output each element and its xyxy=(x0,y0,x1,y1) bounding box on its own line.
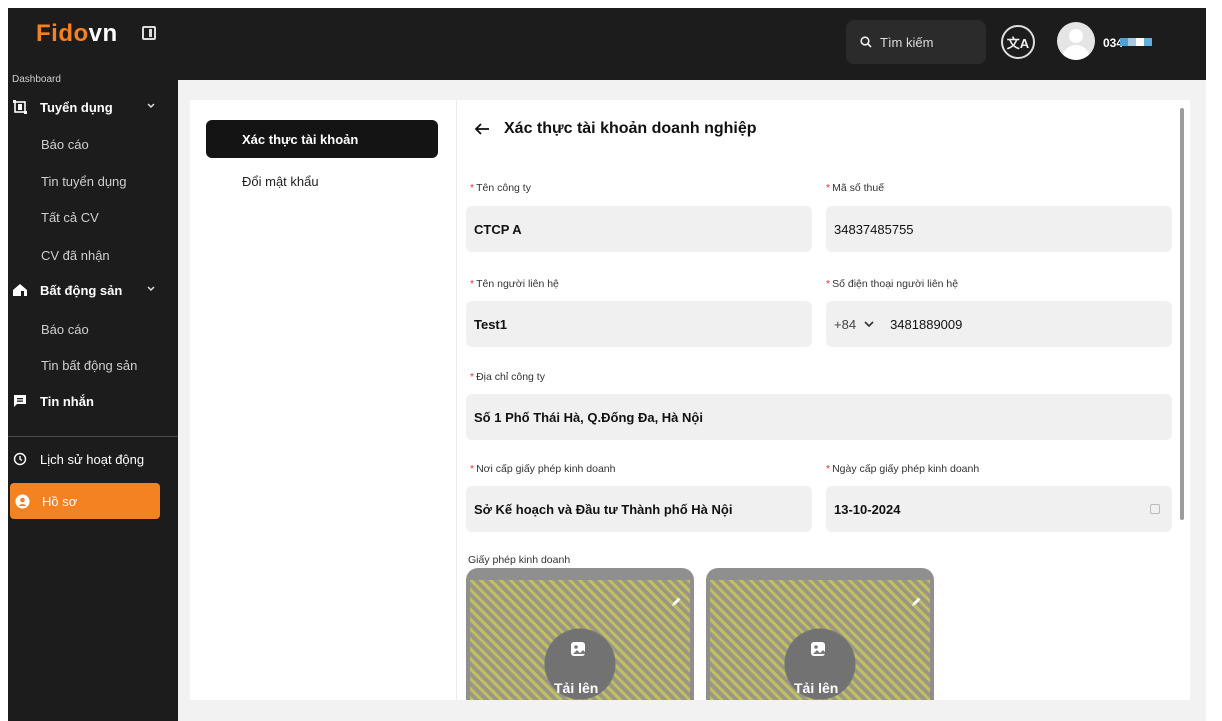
search-input[interactable]: Tìm kiếm xyxy=(846,20,986,64)
page-title-text: Xác thực tài khoản doanh nghiệp xyxy=(504,120,757,137)
license-issuer-value: Sở Kế hoạch và Đầu tư Thành phố Hà Nội xyxy=(474,501,733,517)
brand-name-main: Fido xyxy=(36,20,89,47)
app-window: Fidovn Tìm kiếm 文A 034 Dashboard Tuyển d… xyxy=(8,8,1206,721)
sidebar-group-recruitment[interactable]: Tuyển dụng xyxy=(8,92,178,122)
sidebar-item-real-estate-report[interactable]: Báo cáo xyxy=(8,314,178,344)
license-issuer-label: * Nơi cấp giấy phép kinh doanh xyxy=(470,463,616,475)
sidebar-item-recruitment-report[interactable]: Báo cáo xyxy=(8,129,178,159)
sidebar-toggle-icon[interactable] xyxy=(142,26,156,40)
search-icon xyxy=(860,36,872,48)
company-name-field[interactable]: CTCP A xyxy=(466,206,812,252)
sidebar: Dashboard Tuyển dụng Báo cáo Tin tuyển d… xyxy=(8,74,178,721)
sidebar-item-label: Tất cả CV xyxy=(41,209,99,225)
main-content: Xác thực tài khoản Đổi mật khẩu Xác thực… xyxy=(178,80,1206,721)
license-images-label: Giấy phép kinh doanh xyxy=(468,554,571,566)
image-upload-icon xyxy=(571,642,585,656)
sidebar-group-label: Tuyển dụng xyxy=(40,99,113,115)
license-date-value: 13-10-2024 xyxy=(834,501,901,517)
profile-menu: Xác thực tài khoản Đổi mật khẩu xyxy=(190,100,457,700)
scrollbar[interactable] xyxy=(1180,108,1184,520)
back-arrow-icon[interactable] xyxy=(474,122,490,136)
chevron-down-icon xyxy=(147,103,155,109)
sidebar-item-label: Lịch sử hoạt động xyxy=(40,451,145,467)
profile-panel: Xác thực tài khoản Đổi mật khẩu Xác thực… xyxy=(190,100,1190,700)
company-name-label: * Tên công ty xyxy=(470,182,531,194)
sidebar-item-messages[interactable]: Tin nhắn xyxy=(8,386,178,416)
sidebar-item-job-posts[interactable]: Tin tuyển dụng xyxy=(8,166,178,196)
tab-change-password[interactable]: Đổi mật khẩu xyxy=(206,162,438,200)
user-id-masked xyxy=(1120,38,1152,46)
calendar-icon[interactable] xyxy=(1150,504,1160,514)
tab-label: Đổi mật khẩu xyxy=(242,173,319,189)
dashboard-label: Dashboard xyxy=(12,74,61,85)
country-code-value: +84 xyxy=(834,316,857,332)
tab-verify-account[interactable]: Xác thực tài khoản xyxy=(206,120,438,158)
history-icon xyxy=(12,451,28,467)
sidebar-divider xyxy=(8,436,178,437)
contact-name-field[interactable]: Test1 xyxy=(466,301,812,347)
license-date-label: * Ngày cấp giấy phép kinh doanh xyxy=(826,463,980,475)
recruitment-icon xyxy=(12,99,28,115)
sidebar-group-real-estate[interactable]: Bất động sản xyxy=(8,275,178,305)
brand-logo[interactable]: Fidovn xyxy=(36,20,118,48)
avatar[interactable] xyxy=(1057,22,1095,60)
contact-phone-label: * Số điện thoại người liên hệ xyxy=(826,278,959,290)
edit-icon[interactable] xyxy=(910,596,922,608)
sidebar-item-label: Tin tuyển dụng xyxy=(41,173,127,189)
sidebar-item-label: Hồ sơ xyxy=(42,493,78,509)
verification-form: Xác thực tài khoản doanh nghiệp * Tên côn… xyxy=(456,100,1190,700)
user-icon xyxy=(14,493,30,509)
sidebar-item-label: Báo cáo xyxy=(41,321,89,337)
top-bar: Fidovn Tìm kiếm 文A 034 xyxy=(8,8,1206,80)
sidebar-item-label: Tin nhắn xyxy=(40,393,94,409)
brand-name-suffix: vn xyxy=(88,20,118,47)
sidebar-item-label: Tin bất động sản xyxy=(41,357,138,373)
license-date-field[interactable]: 13-10-2024 xyxy=(826,486,1172,532)
sidebar-item-activity-history[interactable]: Lịch sử hoạt động xyxy=(8,444,178,474)
country-code-select[interactable]: +84 xyxy=(834,317,874,332)
page-title: Xác thực tài khoản doanh nghiệp xyxy=(474,120,757,138)
contact-name-value: Test1 xyxy=(474,316,507,332)
upload-label: Tải lên xyxy=(554,680,599,696)
sidebar-item-label: CV đã nhận xyxy=(41,247,110,263)
address-label: * Địa chỉ công ty xyxy=(470,371,545,383)
translate-icon[interactable]: 文A xyxy=(1001,25,1035,59)
search-placeholder: Tìm kiếm xyxy=(880,34,934,50)
sidebar-item-received-cv[interactable]: CV đã nhận xyxy=(8,240,178,270)
address-field[interactable]: Số 1 Phố Thái Hà, Q.Đống Đa, Hà Nội xyxy=(466,394,1172,440)
license-image-upload-2[interactable]: Tải lên xyxy=(706,568,934,700)
real-estate-icon xyxy=(12,282,28,298)
contact-phone-value: 3481889009 xyxy=(890,316,963,332)
tab-label: Xác thực tài khoản xyxy=(242,131,359,147)
edit-icon[interactable] xyxy=(670,596,682,608)
sidebar-item-real-estate-posts[interactable]: Tin bất động sản xyxy=(8,350,178,380)
sidebar-item-all-cv[interactable]: Tất cả CV xyxy=(8,202,178,232)
tax-code-label: * Mã số thuế xyxy=(826,182,885,194)
license-issuer-field[interactable]: Sở Kế hoạch và Đầu tư Thành phố Hà Nội xyxy=(466,486,812,532)
message-icon xyxy=(12,393,28,409)
tax-code-value: 34837485755 xyxy=(834,221,914,237)
address-value: Số 1 Phố Thái Hà, Q.Đống Đa, Hà Nội xyxy=(474,409,703,425)
contact-phone-field[interactable]: +84 3481889009 xyxy=(826,301,1172,347)
sidebar-item-label: Báo cáo xyxy=(41,136,89,152)
tax-code-field[interactable]: 34837485755 xyxy=(826,206,1172,252)
sidebar-item-profile[interactable]: Hồ sơ xyxy=(10,483,160,519)
chevron-down-icon xyxy=(147,286,155,292)
license-image-upload-1[interactable]: Tải lên xyxy=(466,568,694,700)
upload-label: Tải lên xyxy=(794,680,839,696)
sidebar-group-label: Bất động sản xyxy=(40,282,123,298)
image-upload-icon xyxy=(811,642,825,656)
contact-name-label: * Tên người liên hệ xyxy=(470,278,559,290)
chevron-down-icon xyxy=(864,321,874,328)
company-name-value: CTCP A xyxy=(474,221,522,237)
